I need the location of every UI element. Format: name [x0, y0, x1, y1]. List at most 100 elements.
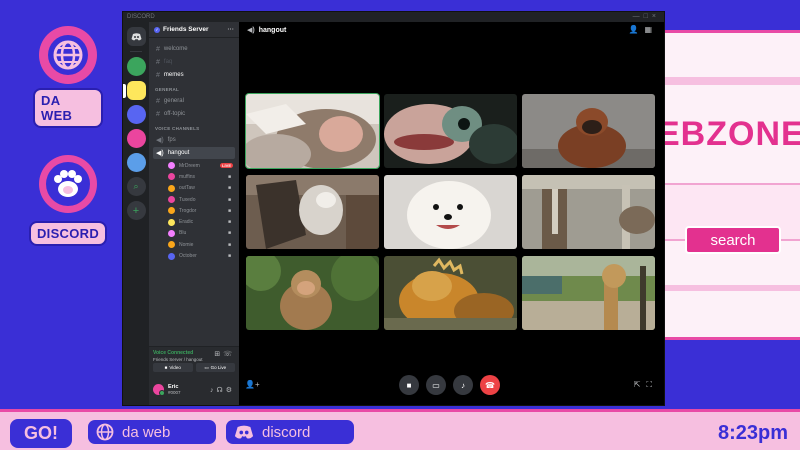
avatar	[168, 162, 175, 170]
explore-servers-button[interactable]: ⌕	[126, 177, 146, 196]
avatar[interactable]	[153, 384, 165, 396]
home-button[interactable]	[126, 27, 146, 46]
server-name: Friends Server	[163, 26, 209, 33]
video-tile[interactable]	[522, 94, 655, 168]
start-button[interactable]: GO!	[10, 419, 72, 448]
video-button[interactable]: ■ Video	[153, 363, 193, 372]
desktop-icon-discord[interactable]: DISCORD	[28, 155, 108, 246]
mute-button[interactable]: ♪	[453, 375, 473, 395]
gear-icon[interactable]: ⚙	[226, 387, 235, 394]
video-tile[interactable]	[384, 256, 517, 330]
camera-toggle-button[interactable]: ■	[399, 375, 419, 395]
server-icon[interactable]	[126, 57, 146, 76]
server-icon-friends[interactable]	[126, 81, 146, 100]
voice-channel-fps[interactable]: ◀) fps	[153, 134, 235, 146]
go-live-button[interactable]: ▭ Go Live	[195, 363, 235, 372]
add-member-icon[interactable]: 👤	[628, 25, 644, 34]
grid-view-icon[interactable]: ▦	[644, 25, 658, 34]
maximize-icon[interactable]: □	[644, 13, 652, 20]
window-titlebar[interactable]: DISCORD —□×	[123, 12, 664, 22]
window-controls[interactable]: —□×	[633, 12, 660, 22]
voice-member[interactable]: Eradic ■	[153, 216, 235, 227]
member-name: Eradic	[179, 219, 194, 226]
voice-member[interactable]: Blu ■	[153, 228, 235, 239]
voice-member[interactable]: MrDreem LIVE	[153, 160, 235, 171]
category-voice[interactable]: VOICE CHANNELS	[155, 126, 235, 131]
close-icon[interactable]: ×	[652, 13, 660, 20]
headphones-icon[interactable]: ☊	[217, 387, 226, 394]
channel-label: memes	[163, 72, 184, 78]
video-feed	[246, 94, 379, 168]
more-icon[interactable]: ···	[228, 26, 235, 33]
divider	[643, 285, 800, 291]
avatar	[168, 218, 175, 226]
call-header: ◀) hangout 👤▦	[239, 22, 664, 38]
disconnect-button[interactable]: ☎	[480, 375, 500, 395]
voice-member[interactable]: Nomie ■	[153, 239, 235, 250]
voice-member[interactable]: October ■	[153, 250, 235, 261]
add-server-button[interactable]: +	[126, 201, 146, 220]
discord-logo-icon	[234, 425, 254, 440]
verified-icon: ✓	[154, 26, 160, 33]
category-general[interactable]: GENERAL	[155, 87, 235, 92]
user-tag: #0007	[168, 390, 181, 395]
video-feed	[246, 256, 379, 330]
video-tile[interactable]	[522, 256, 655, 330]
video-tile[interactable]	[384, 175, 517, 249]
hash-icon: #	[156, 45, 160, 53]
background-browser-window[interactable]: EBZONE search	[640, 30, 800, 340]
voice-member[interactable]: Trogdor ■	[153, 205, 235, 216]
speaker-icon: ◀)	[156, 150, 164, 157]
video-tile[interactable]	[246, 175, 379, 249]
popout-icon[interactable]: ⇱	[634, 380, 647, 389]
screen-icon: ▭	[432, 380, 440, 390]
invite-icon[interactable]: 👤+	[245, 380, 260, 389]
voice-member-list: MrDreem LIVE muffins ■ outTaw ■ Tuxedo ■ Trogdor…	[153, 160, 235, 262]
desktop-icon-da-web[interactable]: DA WEB	[33, 26, 103, 128]
voice-member[interactable]: outTaw ■	[153, 183, 235, 194]
camera-icon: ■	[227, 196, 231, 203]
camera-icon: ■	[227, 241, 231, 248]
voice-member[interactable]: muffins ■	[153, 171, 235, 182]
server-icon[interactable]	[126, 129, 146, 148]
member-name: muffins	[179, 173, 196, 180]
globe-icon	[39, 26, 97, 84]
member-name: Trogdor	[179, 207, 197, 214]
task-label: da web	[122, 423, 171, 441]
avatar	[168, 252, 175, 260]
fullscreen-icon[interactable]: ⛶	[646, 380, 658, 389]
video-tile[interactable]	[246, 94, 379, 168]
brand-heading: EBZONE	[657, 115, 800, 153]
disconnect-icon[interactable]: ☏	[223, 351, 235, 358]
desktop-icon-label: DISCORD	[28, 221, 108, 246]
discord-window[interactable]: DISCORD —□× ⌕ + ✓ Friends Server ··· # we…	[123, 12, 664, 405]
go-live-label: Go Live	[210, 365, 227, 370]
avatar	[168, 184, 175, 192]
call-controls-bar: 👤+ ■ ▭ ♪ ☎ ⇱⛶	[239, 375, 664, 397]
avatar	[168, 229, 175, 237]
hash-icon: #	[156, 71, 160, 79]
video-tile[interactable]	[246, 256, 379, 330]
signal-icon[interactable]: ⊞	[214, 351, 223, 358]
active-server-indicator	[123, 84, 126, 98]
screen-share-button[interactable]: ▭	[426, 375, 446, 395]
channel-faq[interactable]: # faq	[153, 56, 235, 68]
channel-off-topic[interactable]: # off-topic	[153, 108, 235, 120]
channel-general[interactable]: # general	[153, 95, 235, 107]
video-tile[interactable]	[522, 175, 655, 249]
voice-member[interactable]: Tuxedo ■	[153, 194, 235, 205]
avatar	[168, 173, 175, 181]
search-button[interactable]: search	[685, 226, 781, 254]
voice-channel-hangout[interactable]: ◀) hangout	[153, 147, 235, 159]
server-icon[interactable]	[126, 105, 146, 124]
video-tile[interactable]	[384, 94, 517, 168]
globe-icon	[96, 423, 114, 441]
minimize-icon[interactable]: —	[633, 13, 644, 20]
channel-memes[interactable]: # memes	[153, 69, 235, 81]
server-icon[interactable]	[126, 153, 146, 172]
server-header[interactable]: ✓ Friends Server ···	[149, 22, 239, 38]
task-da-web[interactable]: da web	[88, 420, 216, 444]
channel-welcome[interactable]: # welcome	[153, 43, 235, 55]
member-name: Tuxedo	[179, 196, 196, 203]
task-discord[interactable]: discord	[226, 420, 354, 444]
